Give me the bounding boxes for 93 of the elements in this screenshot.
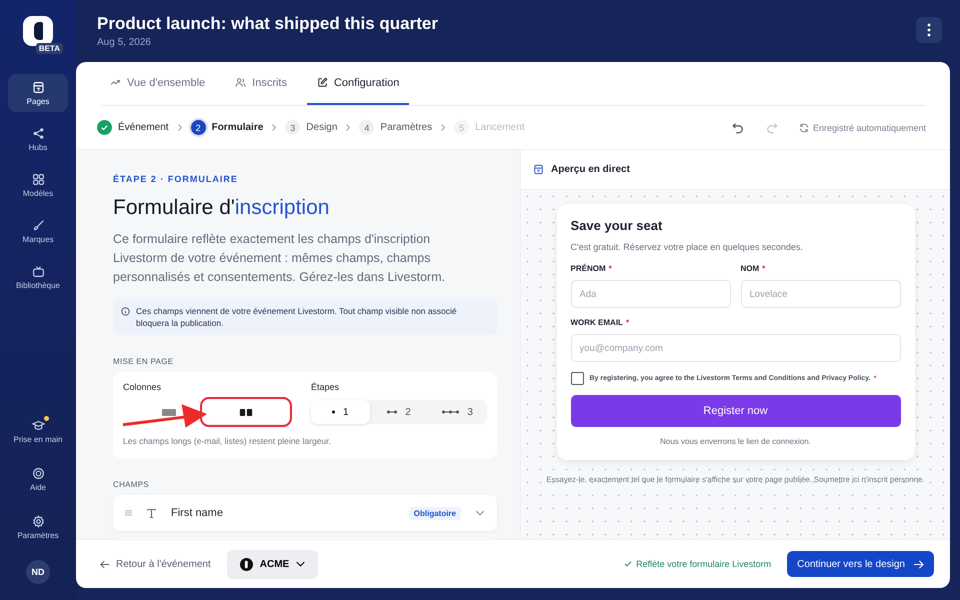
- field-name: First name: [171, 507, 224, 519]
- steps-option[interactable]: 1: [311, 400, 370, 424]
- user-avatar[interactable]: ND: [26, 560, 50, 584]
- steps-dots-icon: [332, 410, 336, 414]
- sidebar-item[interactable]: Bibliothèque: [8, 258, 68, 296]
- section-label: CHAMPS: [113, 480, 150, 489]
- brand-dropdown[interactable]: ACME: [226, 550, 318, 578]
- page-icon: [533, 164, 544, 175]
- field-label: NOM: [740, 264, 760, 273]
- text-type-icon: [146, 508, 157, 518]
- required-asterisk: *: [608, 264, 612, 273]
- sync-status: Reflète votre formulaire Livestorm: [636, 559, 772, 569]
- steps-option[interactable]: 2: [370, 400, 428, 424]
- chevron-right-icon: [176, 123, 183, 132]
- chevron-right-icon: [440, 123, 446, 132]
- check-icon: [624, 561, 632, 567]
- step-item[interactable]: 3 Design: [285, 120, 338, 135]
- tab[interactable]: Vue d'ensemble: [100, 62, 216, 105]
- tab[interactable]: Configuration: [306, 62, 410, 105]
- more-options-button[interactable]: [916, 17, 942, 43]
- chevron-down-icon[interactable]: [475, 510, 485, 516]
- help-icon: [32, 466, 44, 480]
- layout-hint: Les champs longs (e-mail, listes) restent pleine largeur.: [123, 436, 332, 446]
- sidebar-item[interactable]: Paramètres: [8, 508, 68, 546]
- page-icon: [32, 80, 44, 94]
- tab[interactable]: Inscrits: [225, 62, 297, 105]
- column-option[interactable]: [203, 400, 289, 424]
- grid-icon: [32, 172, 44, 186]
- card-subheading: C'est gratuit. Réservez votre place en quelques secondes.: [570, 242, 804, 252]
- users-icon: [235, 77, 246, 88]
- sidebar-item[interactable]: Hubs: [8, 120, 68, 158]
- event-date: Aug 5, 2026: [97, 37, 152, 48]
- steps-dots-icon: [442, 410, 460, 414]
- autosave-status: Enregistré automatiquement: [812, 122, 926, 132]
- step-item[interactable]: Événement: [97, 120, 169, 135]
- undo-icon: [732, 122, 744, 134]
- beta-badge: BETA: [36, 43, 63, 54]
- columns-label: Colonnes: [123, 382, 162, 392]
- tv-icon: [32, 264, 44, 278]
- input-field[interactable]: Ada: [570, 280, 730, 308]
- arrow-right-icon: [913, 560, 924, 568]
- trend-icon: [110, 77, 121, 88]
- page-title: Product launch: what shipped this quarter: [97, 14, 439, 34]
- steps-label: Étapes: [311, 382, 340, 392]
- brush-icon: [32, 218, 44, 232]
- form-title: Formulaire d'inscription: [113, 196, 330, 220]
- step-item[interactable]: 4 Paramètres: [359, 120, 432, 135]
- required-asterisk: *: [762, 264, 766, 273]
- brand-logo-icon: [240, 558, 253, 570]
- back-link[interactable]: Retour à l'événement: [100, 558, 211, 570]
- redo-icon: [766, 122, 778, 134]
- consent-checkbox[interactable]: [570, 372, 584, 385]
- field-label: PRÉNOM: [570, 264, 606, 273]
- step-eyebrow: ÉTAPE 2 · FORMULAIRE: [113, 174, 239, 184]
- required-asterisk: *: [873, 374, 877, 383]
- sidebar-item[interactable]: Aide: [8, 460, 68, 498]
- edit-icon: [316, 77, 328, 88]
- sidebar-item[interactable]: Modèles: [8, 166, 68, 204]
- required-asterisk: *: [626, 318, 630, 327]
- arrow-left-icon: [100, 560, 110, 568]
- card-heading: Save your seat: [570, 218, 664, 233]
- sidebar-item[interactable]: Pages: [8, 74, 68, 112]
- sync-icon: [798, 122, 809, 132]
- two-columns-icon: [239, 408, 253, 416]
- preview-title: Aperçu en direct: [551, 164, 630, 175]
- single-column-icon: [162, 408, 176, 416]
- graduation-cap-icon: [32, 418, 44, 432]
- vertical-dots-icon: [927, 23, 931, 37]
- steps-dots-icon: [387, 410, 398, 414]
- input-field[interactable]: Lovelace: [740, 280, 900, 308]
- field-row[interactable]: First name Obligatoire: [113, 495, 497, 531]
- share-icon: [32, 126, 44, 140]
- step-item[interactable]: 2 Formulaire: [190, 120, 264, 135]
- info-text: Ces champs viennent de votre événement Livestorm. Tout champ visible non associé bloquera la publication.: [136, 305, 458, 329]
- chevron-right-icon: [345, 123, 352, 132]
- check-circle-icon: [97, 120, 112, 135]
- chevron-right-icon: [271, 123, 278, 132]
- section-label: MISE EN PAGE: [113, 357, 174, 366]
- info-icon: [121, 306, 130, 316]
- logo-icon[interactable]: [23, 16, 53, 46]
- sidebar-item[interactable]: Prise en main: [8, 412, 68, 450]
- input-field[interactable]: you@company.com: [570, 334, 900, 362]
- settings-icon: [32, 514, 44, 528]
- drag-handle-icon[interactable]: [125, 510, 132, 516]
- sidebar-item[interactable]: Marques: [8, 212, 68, 250]
- continue-button[interactable]: Continuer vers le design: [787, 551, 934, 577]
- chevron-down-icon: [296, 561, 306, 567]
- steps-option[interactable]: 3: [428, 400, 488, 424]
- field-label: WORK EMAIL: [570, 318, 623, 327]
- form-description: Ce formulaire reflète exactement les champs d'inscription Livestorm de votre événement : mêmes champs, champs personnalisés et consentements. Gérez-les dans Livestorm.: [113, 231, 446, 286]
- card-footnote: Nous vous enverrons le lien de connexion.: [659, 437, 812, 446]
- register-button[interactable]: Register now: [570, 395, 900, 427]
- required-badge: Obligatoire: [408, 506, 461, 520]
